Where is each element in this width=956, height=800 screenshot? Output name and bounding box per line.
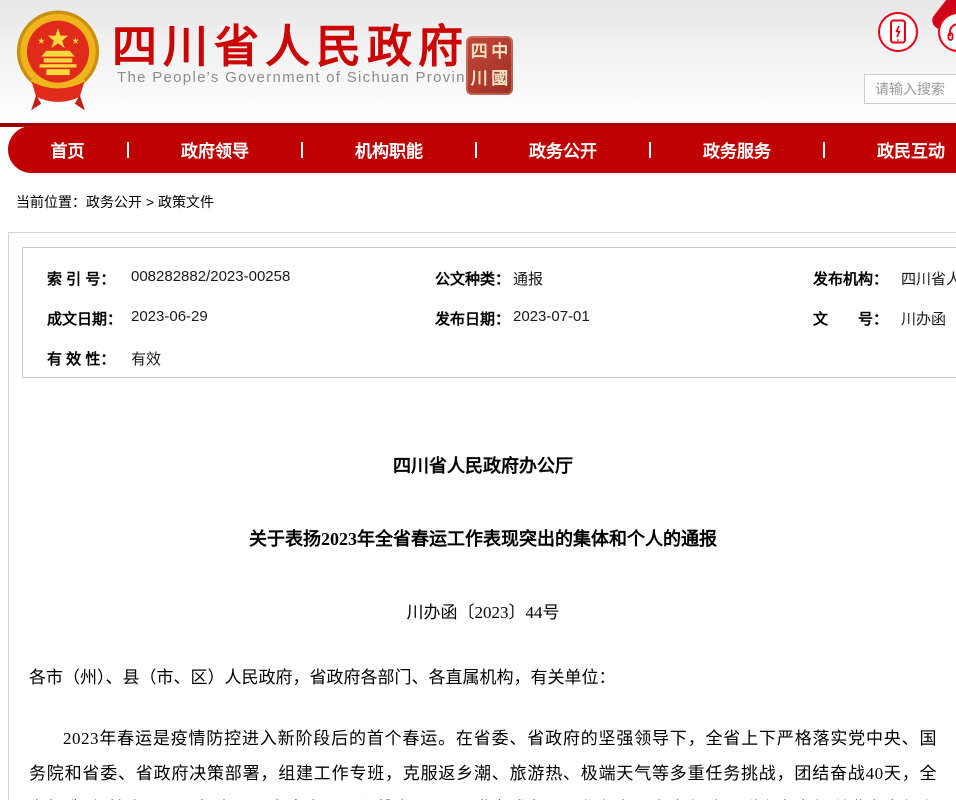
site-header: 四川省人民政府 The People's Government of Sichu…: [0, 0, 956, 123]
document-panel: 索 引 号： 008282882/2023-00258 公文种类： 通报 发布机…: [8, 232, 956, 800]
document-body: 四川省人民政府办公厅 关于表扬2023年全省春运工作表现突出的集体和个人的通报 …: [29, 452, 937, 800]
document-issuing-org: 四川省人民政府办公厅: [29, 452, 937, 478]
meta-label-document-number: 文 号：: [813, 308, 888, 329]
meta-value-document-number: 川办函〔: [901, 308, 956, 329]
metadata-row: 索 引 号： 008282882/2023-00258 公文种类： 通报 发布机…: [23, 258, 956, 298]
nav-item-institutional-functions[interactable]: 机构职能: [303, 137, 475, 162]
document-title: 关于表扬2023年全省春运工作表现突出的集体和个人的通报: [29, 525, 937, 551]
nav-item-public-interaction[interactable]: 政民互动: [825, 137, 956, 162]
search-input[interactable]: [864, 74, 956, 104]
nav-item-government-affairs-disclosure[interactable]: 政务公开: [477, 137, 649, 162]
meta-value-index-number: 008282882/2023-00258: [131, 268, 290, 285]
seal-char: 國: [491, 67, 508, 91]
meta-value-validity: 有效: [131, 348, 161, 369]
site-subtitle: The People's Government of Sichuan Provi…: [117, 69, 484, 86]
meta-label-validity: 有 效 性：: [47, 348, 115, 369]
page: 四川省人民政府 The People's Government of Sichu…: [0, 0, 956, 800]
nav-item-government-leaders[interactable]: 政府领导: [129, 137, 301, 162]
document-number: 川办函〔2023〕44号: [29, 598, 937, 623]
sichuan-china-seal-icon: 中 四 國 川: [466, 36, 513, 95]
meta-value-document-type: 通报: [513, 268, 543, 289]
metadata-row: 有 效 性： 有效: [23, 338, 956, 378]
nav-item-government-services[interactable]: 政务服务: [651, 137, 823, 162]
main-nav: 首页 政府领导 机构职能 政务公开 政务服务 政民互动: [8, 126, 956, 173]
meta-value-written-date: 2023-06-29: [131, 308, 208, 325]
national-emblem-icon: [16, 8, 100, 112]
meta-value-publish-date: 2023-07-01: [513, 308, 590, 325]
site-title: 四川省人民政府: [112, 10, 469, 75]
meta-label-issuing-agency: 发布机构：: [813, 268, 888, 289]
meta-label-document-type: 公文种类：: [435, 268, 510, 289]
document-paragraph: 2023年春运是疫情防控进入新阶段后的首个春运。在省委、省政府的坚强领导下，全省…: [29, 721, 937, 800]
mobile-version-button[interactable]: [878, 12, 918, 52]
seal-char: 川: [471, 67, 488, 91]
meta-value-issuing-agency: 四川省人: [901, 268, 956, 289]
mobile-phone-icon: [888, 19, 908, 45]
meta-label-written-date: 成文日期：: [47, 308, 122, 329]
meta-label-publish-date: 发布日期：: [435, 308, 510, 329]
document-metadata-table: 索 引 号： 008282882/2023-00258 公文种类： 通报 发布机…: [22, 247, 956, 378]
breadcrumb[interactable]: 当前位置：政务公开 > 政策文件: [16, 192, 214, 212]
headset-icon: [946, 20, 956, 44]
meta-label-index-number: 索 引 号：: [47, 268, 115, 289]
metadata-row: 成文日期： 2023-06-29 发布日期： 2023-07-01 文 号： 川…: [23, 298, 956, 338]
seal-char: 中: [491, 40, 508, 64]
seal-char: 四: [471, 40, 488, 64]
document-salutation: 各市（州）、县（市、区）人民政府，省政府各部门、各直属机构，有关单位：: [29, 667, 937, 689]
nav-item-home[interactable]: 首页: [8, 137, 127, 162]
